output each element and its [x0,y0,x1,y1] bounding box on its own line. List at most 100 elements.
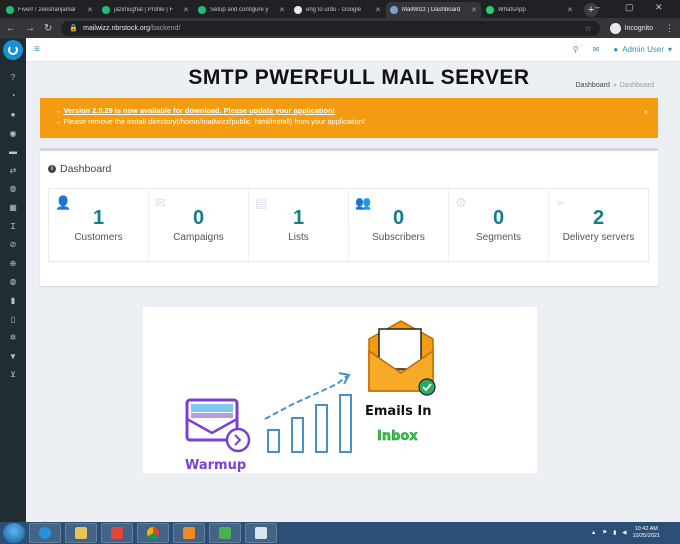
browser-tab[interactable]: jazimughal | Profile | F ✕ [98,2,193,18]
stat-segments[interactable]: ⚙ 0 Segments [449,189,549,261]
globe-alt-icon[interactable]: ◍ [0,273,26,292]
inbox-label-line1: Emails In [365,404,431,419]
users-icon[interactable]: ◉ [0,124,26,143]
stat-label: Segments [475,232,522,243]
settings-icon[interactable]: ✲ [0,328,26,347]
lock-icon: 🔒 [69,25,79,32]
flag-icon[interactable]: ⚑ [602,530,607,536]
help-icon[interactable]: ? [0,68,26,87]
install-warning: Please remove the install directory(/hom… [63,117,365,126]
tab-title: MailWizz | Dashboard [402,7,461,13]
user-icon: ● [613,45,619,54]
tab-close-icon[interactable]: ✕ [375,6,381,14]
alert-close-button[interactable]: × [643,107,648,118]
minimize-icon[interactable]: – [595,2,600,12]
exchange-icon[interactable]: ⇄ [0,161,26,180]
card-icon[interactable]: ▬ [0,142,26,161]
incognito-icon [609,22,621,34]
stat-campaigns[interactable]: ✉ 0 Campaigns [149,189,249,261]
tab-close-icon[interactable]: ✕ [183,6,189,14]
text-icon[interactable]: Ɪ [0,217,26,236]
browser-tab[interactable]: Fiverr / zeeshanjamal ✕ [2,2,97,18]
tab-close-icon[interactable]: ✕ [279,6,285,14]
tab-close-icon[interactable]: ✕ [567,6,573,14]
browser-tab[interactable]: eng to urdu - Google ✕ [290,2,385,18]
warmup-envelope-icon [185,398,251,453]
tab-favicon-icon [486,6,494,14]
warmup-label: Warmup [185,458,246,473]
table-icon[interactable]: ▦ [0,198,26,217]
tab-favicon-icon [390,6,398,14]
plus-circle-icon[interactable]: ⊕ [0,254,26,273]
system-tray: ▲ ⚑ ▮ ◀ 10:42 AM 10/25/2021 [591,526,680,540]
tab-favicon-icon [294,6,302,14]
tab-title: WhatsApp [498,7,526,13]
address-bar[interactable]: 🔒 mailwizz.nbrstock.org/backend/ ☆ [61,20,600,36]
stat-label: Subscribers [372,232,425,243]
stat-customers[interactable]: 👤 1 Customers [49,189,149,261]
book-icon[interactable]: ▮ [0,291,26,310]
taskbar-chrome-icon[interactable] [137,523,169,543]
inbox-envelope-icon [368,320,436,396]
file-icon[interactable]: ▯ [0,310,26,329]
clock[interactable]: 10:42 AM 10/25/2021 [632,526,660,540]
globe-icon[interactable]: ◍ [0,180,26,199]
gear-icon: ⚙ [455,195,467,210]
tab-favicon-icon [6,6,14,14]
users-icon: 👥 [355,195,372,210]
stat-lists[interactable]: ▤ 1 Lists [249,189,349,261]
stats-row: 👤 1 Customers ✉ 0 Campaigns ▤ 1 Lists 👥 0 Subscribe… [48,188,649,262]
url-path: /backend/ [150,24,181,32]
incognito-indicator[interactable]: Incognito [609,22,653,34]
bookmark-star-icon[interactable]: ☆ [584,24,591,33]
start-button[interactable] [3,523,25,543]
close-window-icon[interactable]: ✕ [655,2,663,13]
dashboard-heading: i Dashboard [48,163,111,175]
forward-icon[interactable]: → [25,23,35,34]
user-icon[interactable]: ● [0,105,26,124]
ban-icon[interactable]: ⊘ [0,235,26,254]
envelope-icon[interactable]: ✉ [593,45,600,54]
taskbar-ie-icon[interactable] [29,523,61,543]
bookmark-icon[interactable]: ▼ [0,347,26,366]
browser-tab[interactable]: Setup and configure y ✕ [194,2,289,18]
stat-delivery-servers[interactable]: ➢ 2 Delivery servers [549,189,648,261]
url-host: mailwizz.nbrstock.org [83,24,151,32]
browser-tab[interactable]: WhatsApp ✕ [482,2,577,18]
tab-title: jazimughal | Profile | F [114,7,174,13]
paper-plane-icon: ➢ [555,195,566,210]
tab-title: eng to urdu - Google [306,7,362,13]
taskbar-media-icon[interactable] [173,523,205,543]
dashboard-icon[interactable]: ◔ [0,87,26,106]
network-icon[interactable]: ▮ [613,530,616,536]
stat-label: Campaigns [173,232,224,243]
taskbar-camtasia-icon[interactable] [209,523,241,543]
back-icon[interactable]: ← [6,23,16,34]
user-menu[interactable]: ● Admin User ▾ [613,45,672,54]
reload-icon[interactable]: ↻ [44,23,52,34]
update-link[interactable]: Version 2.0.29 is now available for down… [63,106,334,115]
tab-close-icon[interactable]: ✕ [471,6,477,14]
volume-icon[interactable]: ◀ [622,530,626,536]
maximize-icon[interactable]: ▢ [625,2,634,13]
update-alert: → Version 2.0.29 is now available for do… [40,98,658,138]
breadcrumb-link[interactable]: Dashboard [576,82,610,89]
inbox-label-line2: Inbox [377,429,418,444]
stat-label: Customers [74,232,123,243]
menu-toggle-icon[interactable]: ≡ [34,44,40,55]
promo-graphic: Warmup Emails In Inbox [143,307,537,473]
stat-subscribers[interactable]: 👥 0 Subscribers [349,189,449,261]
tray-up-icon[interactable]: ▲ [591,530,596,536]
taskbar-anydesk-icon[interactable] [101,523,133,543]
tab-favicon-icon [102,6,110,14]
breadcrumb: Dashboard» Dashboard [575,82,654,89]
info-icon: i [48,165,56,173]
browser-tab[interactable]: MailWizz | Dashboard ✕ [386,2,481,18]
search-icon[interactable]: ⚲ [573,45,579,54]
app-logo[interactable] [3,40,23,60]
browser-menu-icon[interactable]: ⋮ [665,23,674,34]
taskbar-app-icon[interactable] [245,523,277,543]
cart-icon[interactable]: ⊻ [0,366,26,385]
taskbar-explorer-icon[interactable] [65,523,97,543]
tab-close-icon[interactable]: ✕ [87,6,93,14]
